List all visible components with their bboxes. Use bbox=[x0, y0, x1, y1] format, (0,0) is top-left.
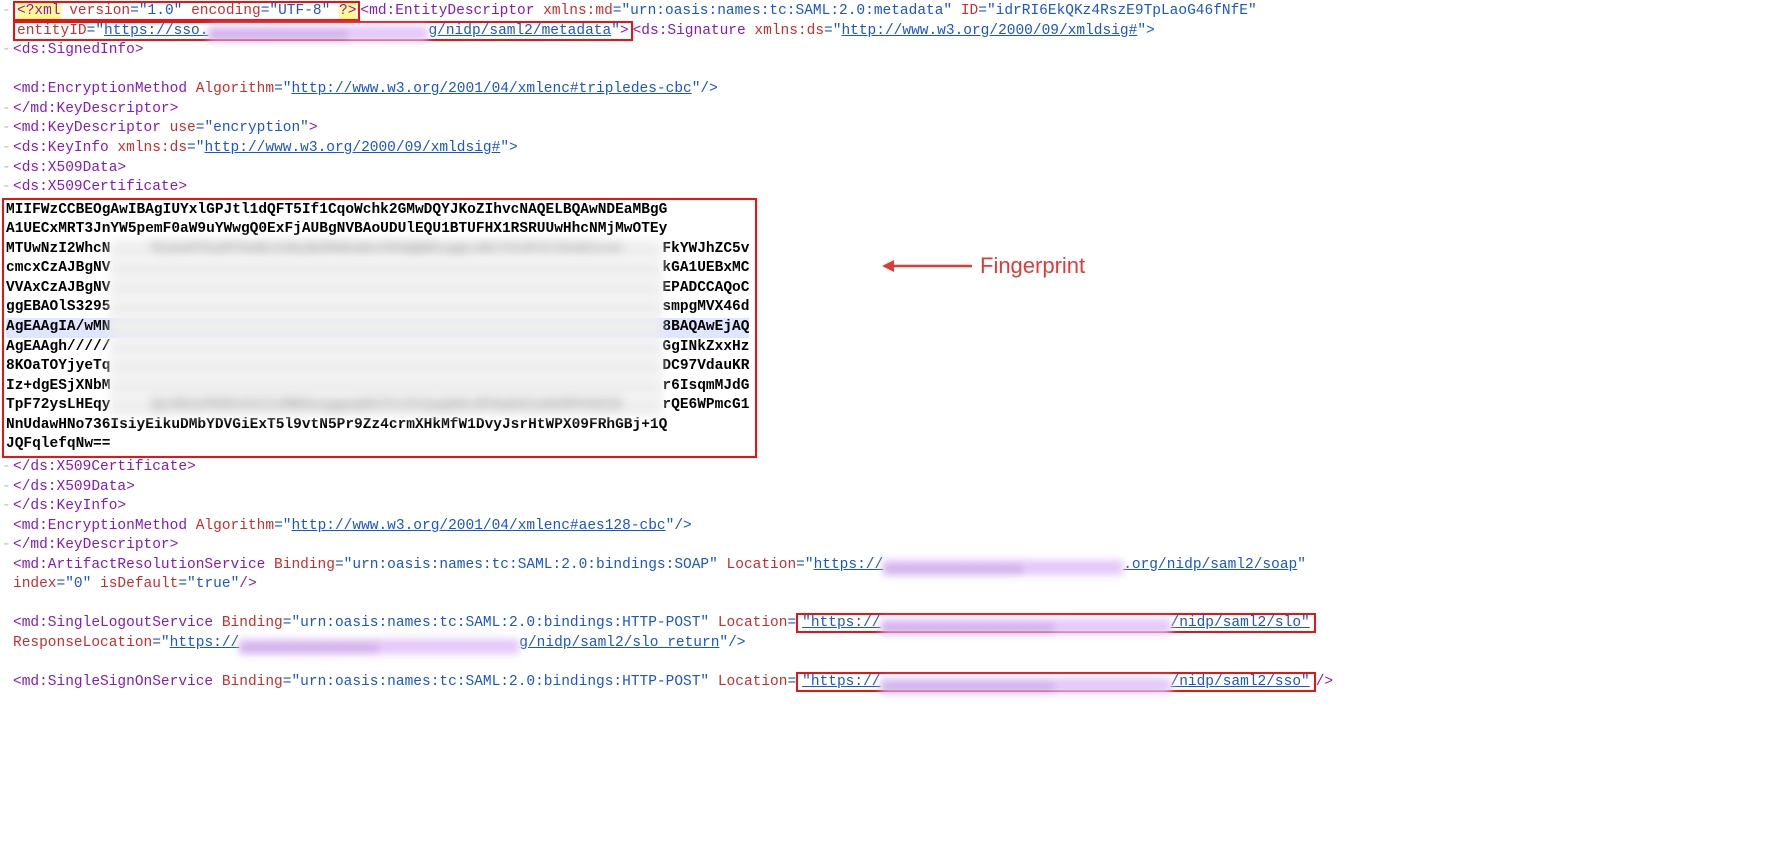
xml-line: -<ds:X509Certificate> bbox=[2, 178, 1779, 198]
xml-line: <md:SingleLogoutService Binding="urn:oas… bbox=[2, 614, 1779, 634]
xml-code-view: Fingerprint -<?xml version="1.0" encodin… bbox=[2, 2, 1779, 712]
arrow-left-icon bbox=[882, 256, 972, 276]
xml-line: -</md:KeyDescriptor> bbox=[2, 100, 1779, 120]
xml-line: -<?xml version="1.0" encoding="UTF-8" ?>… bbox=[2, 2, 1779, 22]
fingerprint-annotation: Fingerprint bbox=[882, 251, 1085, 281]
xml-line: -<ds:X509Data> bbox=[2, 159, 1779, 179]
xml-line: entityID="https://sso.aaaaaaaaaaaaaaaag/… bbox=[2, 22, 1779, 42]
xml-line: ResponseLocation="https://aaaaaaaaaaaaaa… bbox=[2, 634, 1779, 654]
xml-line: -<ds:SignedInfo> bbox=[2, 41, 1779, 61]
xml-line: -</ds:X509Data> bbox=[2, 478, 1779, 498]
xml-line: -</ds:X509Certificate> bbox=[2, 458, 1779, 478]
xml-line: <md:EncryptionMethod Algorithm="http://w… bbox=[2, 517, 1779, 537]
annotation-label: Fingerprint bbox=[980, 251, 1085, 281]
xml-line: <md:EncryptionMethod Algorithm="http://w… bbox=[2, 80, 1779, 100]
xml-line: -</md:KeyDescriptor> bbox=[2, 536, 1779, 556]
xml-line: -</ds:KeyInfo> bbox=[2, 497, 1779, 517]
certificate-fingerprint-box: MIIFWzCCBEOgAwIBAgIUYxlGPJtl1dQFT5If1Cqo… bbox=[2, 198, 757, 458]
xml-line: <md:SingleSignOnService Binding="urn:oas… bbox=[2, 673, 1779, 693]
xml-line: -<md:KeyDescriptor use="encryption"> bbox=[2, 119, 1779, 139]
xml-line: index="0" isDefault="true"/> bbox=[2, 575, 1779, 595]
xml-line: -<ds:KeyInfo xmlns:ds="http://www.w3.org… bbox=[2, 139, 1779, 159]
xml-line: <md:ArtifactResolutionService Binding="u… bbox=[2, 556, 1779, 576]
